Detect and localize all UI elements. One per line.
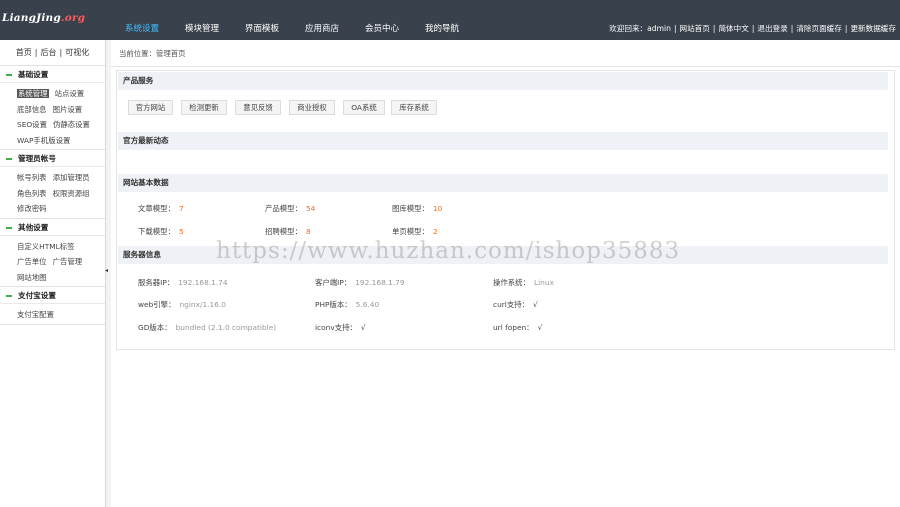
stat-gallery-model: 图库模型： 10 (392, 204, 443, 213)
section-server-info: 服务器信息 (118, 246, 888, 264)
link-clear-page-cache[interactable]: 清除页面缓存 (796, 24, 842, 33)
welcome-text: 欢迎回来：admin (609, 24, 671, 33)
nav-templates[interactable]: 界面模板 (232, 0, 292, 40)
nav-my-nav[interactable]: 我的导航 (412, 0, 472, 40)
sidebar-item-add-admin[interactable]: 添加管理员 (53, 173, 90, 182)
group-admin-accounts-items: 帐号列表 添加管理员 角色列表 权限资源组 修改密码 (0, 167, 105, 219)
group-title: 支付宝设置 (18, 291, 56, 300)
sidebar-item-role-list[interactable]: 角色列表 (17, 189, 47, 198)
stat-value: 10 (432, 204, 443, 213)
gd-version: GD版本： bundled (2.1.0 compatible) (138, 323, 277, 332)
os-value: Linux (533, 278, 554, 287)
link-language[interactable]: 简体中文 (718, 24, 748, 33)
group-basic-settings[interactable]: 基础设置 (0, 66, 105, 83)
sidebar-item-custom-html[interactable]: 自定义HTML标签 (17, 242, 75, 251)
nav-system-settings[interactable]: 系统设置 (112, 0, 172, 40)
group-title: 基础设置 (18, 70, 49, 79)
curl-support: curl支持： √ (493, 300, 538, 309)
product-buttons: 官方网站 检测更新 意见反馈 商业授权 OA系统 库存系统 (128, 100, 628, 116)
top-bar: LiangJing.org 系统设置 模块管理 界面模板 应用商店 会员中心 我… (0, 0, 900, 40)
check-icon: √ (533, 300, 538, 309)
minus-icon (6, 74, 12, 76)
commercial-license-button[interactable]: 商业授权 (289, 100, 335, 115)
web-engine: web引擎： nginx/1.16.0 (138, 300, 226, 309)
sidebar-top-links: 首页 | 后台 | 可视化 (0, 40, 105, 66)
minus-icon (6, 226, 12, 229)
check-icon: √ (537, 323, 543, 332)
group-alipay-settings-items: 支付宝配置 (0, 304, 105, 325)
main-content: 当前位置：管理首页 产品服务 官方网站 检测更新 意见反馈 商业授权 OA系统 … (111, 40, 900, 507)
link-logout[interactable]: 退出登录 (757, 24, 787, 33)
client-ip: 客户端IP： 192.168.1.79 (315, 278, 405, 287)
sidebar-item-alipay-config[interactable]: 支付宝配置 (17, 310, 54, 319)
stat-product-model: 产品模型： 54 (265, 204, 316, 213)
sidebar-item-rewrite[interactable]: 伪静态设置 (53, 120, 90, 129)
sidebar-item-site-settings[interactable]: 站点设置 (55, 89, 85, 98)
stat-article-model: 文章模型： 7 (138, 204, 184, 213)
sidebar-item-ad-units[interactable]: 广告单位 (17, 257, 47, 266)
section-site-stats: 网站基本数据 (118, 174, 888, 192)
inventory-system-button[interactable]: 库存系统 (391, 100, 437, 115)
stat-value: 8 (305, 227, 311, 236)
check-icon: √ (360, 323, 366, 332)
minus-icon (6, 158, 12, 160)
logo-suffix: .org (60, 12, 86, 24)
stat-value: 5 (178, 227, 184, 236)
official-site-button[interactable]: 官方网站 (128, 100, 173, 115)
group-title: 其他设置 (18, 222, 49, 232)
feedback-button[interactable]: 意见反馈 (235, 100, 281, 115)
sidebar-item-permission-groups[interactable]: 权限资源组 (53, 189, 90, 198)
sidebar-link-visual[interactable]: 可视化 (65, 48, 89, 57)
sidebar-item-seo[interactable]: SEO设置 (17, 120, 47, 129)
group-title: 管理员帐号 (18, 154, 56, 163)
group-other-settings-items: 自定义HTML标签 广告单位 广告管理 网站地图 (0, 236, 105, 287)
group-other-settings[interactable]: 其他设置 (0, 219, 105, 236)
main-nav: 系统设置 模块管理 界面模板 应用商店 会员中心 我的导航 (112, 0, 472, 40)
stat-value: 2 (432, 227, 438, 236)
stat-value: 54 (305, 204, 316, 213)
sidebar-item-ad-manage[interactable]: 广告管理 (53, 257, 83, 266)
link-site-home[interactable]: 网站首页 (680, 24, 710, 33)
sidebar-item-image-settings[interactable]: 图片设置 (53, 105, 83, 114)
url-fopen-support: url fopen： √ (493, 323, 543, 332)
stat-single-page-model: 单页模型： 2 (392, 227, 438, 236)
group-basic-settings-items: 系统管理 站点设置 底部信息 图片设置 SEO设置 伪静态设置 WAP手机版设置 (0, 83, 105, 150)
server-ip: 服务器IP： 192.168.1.74 (138, 278, 228, 287)
group-admin-accounts[interactable]: 管理员帐号 (0, 150, 105, 167)
link-update-data-cache[interactable]: 更新数据缓存 (850, 24, 896, 33)
php-version: PHP版本： 5.6.40 (315, 300, 380, 309)
sidebar-item-sitemap[interactable]: 网站地图 (17, 273, 47, 282)
check-update-button[interactable]: 检测更新 (181, 100, 227, 115)
sidebar-link-backend[interactable]: 后台 (41, 48, 57, 57)
oa-system-button[interactable]: OA系统 (343, 100, 385, 115)
nav-module-manage[interactable]: 模块管理 (172, 0, 232, 40)
breadcrumb: 当前位置：管理首页 (111, 40, 900, 67)
stat-download-model: 下载模型： 5 (138, 227, 184, 236)
top-links: 欢迎回来：admin | 网站首页 | 简体中文 | 退出登录 | 清除页面缓存 | 更新数据缓存 (609, 24, 896, 33)
sidebar-item-wap[interactable]: WAP手机版设置 (17, 136, 70, 145)
group-alipay-settings[interactable]: 支付宝设置 (0, 287, 105, 304)
logo-name: LiangJing (2, 12, 61, 24)
sidebar-link-home[interactable]: 首页 (16, 48, 32, 57)
operating-system: 操作系统： Linux (493, 278, 554, 287)
sidebar-item-footer-info[interactable]: 底部信息 (17, 105, 47, 114)
sidebar-item-account-list[interactable]: 帐号列表 (17, 173, 47, 182)
sidebar-item-change-password[interactable]: 修改密码 (17, 204, 47, 213)
nav-member-center[interactable]: 会员中心 (352, 0, 412, 40)
sidebar-item-system-manage[interactable]: 系统管理 (17, 89, 49, 98)
sidebar: 首页 | 后台 | 可视化 基础设置 系统管理 站点设置 底部信息 图片设置 SEO设置 伪静… (0, 40, 106, 507)
php-version-value: 5.6.40 (355, 300, 380, 309)
stat-recruit-model: 招聘模型： 8 (265, 227, 311, 236)
iconv-support: iconv支持： √ (315, 323, 366, 332)
server-ip-value: 192.168.1.74 (178, 278, 228, 287)
client-ip-value: 192.168.1.79 (355, 278, 405, 287)
nav-app-store[interactable]: 应用商店 (292, 0, 352, 40)
minus-icon (6, 295, 12, 297)
stat-value: 7 (178, 204, 184, 213)
gd-version-value: bundled (2.1.0 compatible) (175, 323, 277, 332)
logo[interactable]: LiangJing.org (2, 12, 85, 24)
section-official-news: 官方最新动态 (118, 132, 888, 150)
section-product-services: 产品服务 (118, 72, 888, 90)
web-engine-value: nginx/1.16.0 (179, 300, 226, 309)
